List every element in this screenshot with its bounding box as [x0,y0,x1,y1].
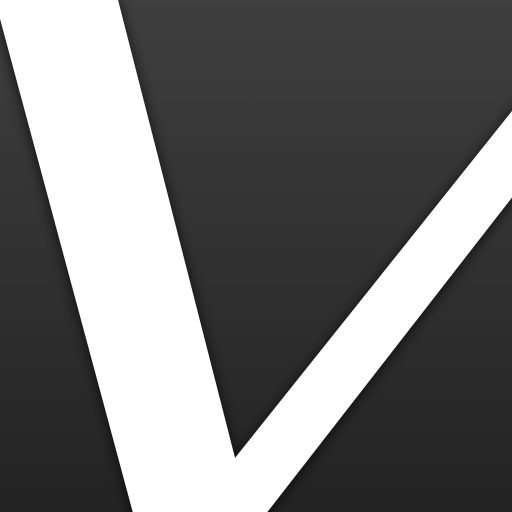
v-logo-icon [0,0,512,512]
app-icon [0,0,512,512]
